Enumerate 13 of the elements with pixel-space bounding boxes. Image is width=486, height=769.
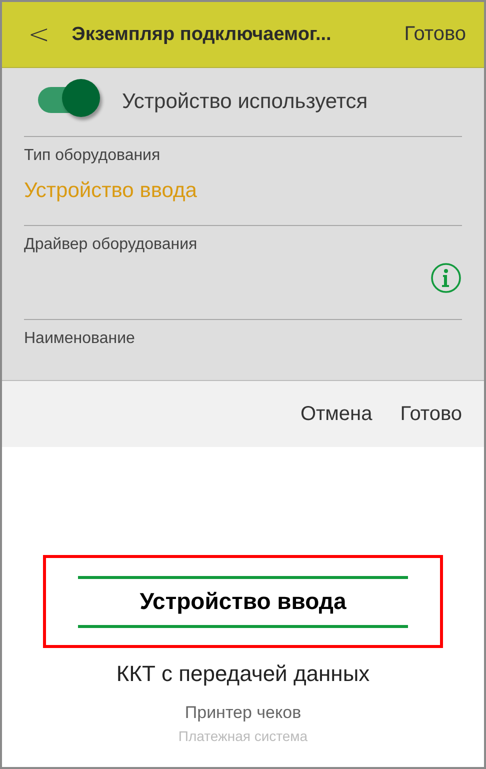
screen-title: Экземпляр подключаемог...: [72, 24, 332, 46]
back-button[interactable]: <: [28, 20, 50, 50]
picker-option[interactable]: Принтер чеков: [184, 704, 302, 723]
cancel-button[interactable]: Отмена: [300, 402, 372, 426]
done-button[interactable]: Готово: [404, 23, 466, 46]
picker-option[interactable]: Устройство ввода: [140, 588, 346, 614]
done-button[interactable]: Готово: [400, 402, 462, 426]
picker-option[interactable]: ККТ с передачей данных: [116, 662, 370, 686]
switch-label: Устройство используется: [122, 90, 368, 114]
field-label: Наименование: [24, 330, 135, 348]
field-label: Тип оборудования: [24, 146, 160, 165]
info-icon[interactable]: [430, 262, 462, 294]
field-label: Драйвер оборудования: [24, 236, 198, 254]
